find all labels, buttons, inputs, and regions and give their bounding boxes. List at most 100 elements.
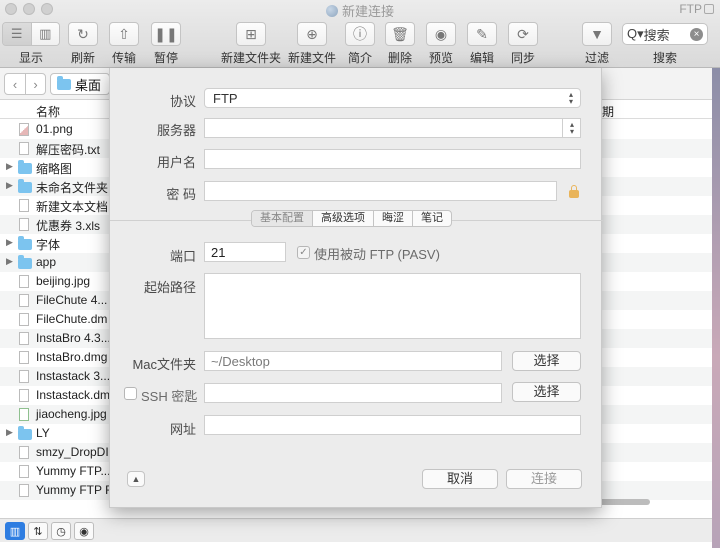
search-control: Q▾ 搜索 × 搜索 xyxy=(620,22,710,66)
port-field[interactable]: 21 xyxy=(204,242,286,262)
breadcrumb[interactable]: 桌面 xyxy=(50,73,111,95)
cancel-button[interactable]: 取消 xyxy=(422,469,498,489)
forward-chevron-icon[interactable]: › xyxy=(25,74,45,94)
disclosure-triangle-icon[interactable]: ▶ xyxy=(6,161,13,172)
edit-button[interactable]: ✎ 编辑 xyxy=(466,22,498,66)
sync-button[interactable]: ⟳ 同步 xyxy=(507,22,539,66)
updown-chevron-icon: ▴ ▾ xyxy=(569,120,574,136)
transfer-queue-icon[interactable]: ⇅ xyxy=(28,522,48,540)
image-file-icon xyxy=(19,123,29,136)
file-name: 解压密码.txt xyxy=(36,143,101,157)
disclosure-triangle-icon[interactable]: ▶ xyxy=(6,237,13,248)
password-label: 密 码 xyxy=(166,187,196,202)
new-file-icon: ⊕ xyxy=(297,22,327,46)
browser-view-icon[interactable]: ▥ xyxy=(5,522,25,540)
list-view-icon[interactable]: ☰ xyxy=(3,23,31,45)
pause-label: 暂停 xyxy=(153,51,178,65)
search-input[interactable]: Q▾ 搜索 × xyxy=(622,23,708,45)
clear-search-icon[interactable]: × xyxy=(690,27,703,41)
history-clock-icon[interactable]: ◷ xyxy=(51,522,71,540)
document-icon xyxy=(19,370,29,383)
sync-icon: ⟳ xyxy=(508,22,538,46)
navigation-buttons: ‹ › xyxy=(4,73,46,95)
file-name: FileChute.dm xyxy=(36,312,108,326)
sync-label: 同步 xyxy=(510,51,535,65)
file-name: smzy_DropDI xyxy=(36,445,109,459)
app-window: 新建连接 FTP ☰ ▥ 显示 ↻ 刷新 ⇧ 传输 ❚❚ 暂停 ⊞ 新建文件夹 ⊕… xyxy=(0,0,720,548)
upload-arrow-icon: ⇧ xyxy=(109,22,139,46)
filter-button[interactable]: ▼ 过滤 xyxy=(580,22,614,66)
tab-advanced[interactable]: 高级选项 xyxy=(312,211,373,226)
pause-button[interactable]: ❚❚ 暂停 xyxy=(150,22,182,66)
ssh-key-field[interactable] xyxy=(204,383,502,403)
file-name: 未命名文件夹 xyxy=(36,181,109,195)
folder-icon xyxy=(18,426,32,440)
back-chevron-icon[interactable]: ‹ xyxy=(5,74,25,94)
file-name: FileChute 4... xyxy=(36,293,108,307)
delete-button[interactable]: 🗑 删除 xyxy=(384,22,416,66)
disclosure-chevron-up-icon[interactable]: ▲ xyxy=(127,471,145,487)
choose-ssh-key-button[interactable]: 选择 xyxy=(512,382,581,402)
column-header-date[interactable]: 期 xyxy=(602,103,614,120)
pasv-label: 使用被动 FTP (PASV) xyxy=(314,247,440,262)
start-path-field[interactable] xyxy=(204,273,581,339)
folder-icon xyxy=(18,236,32,250)
preview-eye-icon[interactable]: ◉ xyxy=(74,522,94,540)
file-name: 优惠券 3.xls xyxy=(36,219,101,233)
username-field[interactable] xyxy=(204,149,581,169)
new-connection-sheet: 协议 FTP ▴ ▾ 服务器 ▴ ▾ 用户名 密 码 基本配置 高级选项 晦涩 笔记… xyxy=(109,68,603,508)
info-button[interactable]: ⓘ 简介 xyxy=(344,22,376,66)
tab-notes[interactable]: 笔记 xyxy=(412,211,451,226)
file-name: beijing.jpg xyxy=(36,274,91,288)
tab-basic[interactable]: 基本配置 xyxy=(252,211,312,226)
port-value: 21 xyxy=(211,245,226,260)
column-view-icon[interactable]: ▥ xyxy=(30,23,59,45)
new-folder-label: 新建文件夹 xyxy=(220,51,281,65)
pause-icon: ❚❚ xyxy=(151,22,181,46)
document-icon xyxy=(19,332,29,345)
new-file-button[interactable]: ⊕ 新建文件 xyxy=(287,22,337,66)
pasv-checkbox[interactable]: ✓ xyxy=(297,246,310,259)
preview-button[interactable]: ◉ 预览 xyxy=(425,22,457,66)
current-folder-label: 桌面 xyxy=(75,77,102,93)
password-field[interactable] xyxy=(204,181,557,201)
file-name: InstaBro.dmg xyxy=(36,350,108,364)
folder-icon xyxy=(57,75,71,90)
window-icon xyxy=(704,4,714,14)
file-name: InstaBro 4.3... xyxy=(36,331,111,345)
choose-mac-folder-button[interactable]: 选择 xyxy=(512,351,581,371)
url-field[interactable] xyxy=(204,415,581,435)
document-icon xyxy=(19,446,29,459)
protocol-value: FTP xyxy=(213,91,238,106)
mac-folder-field[interactable]: ~/Desktop xyxy=(204,351,502,371)
document-icon xyxy=(19,484,29,497)
disclosure-triangle-icon[interactable]: ▶ xyxy=(6,427,13,438)
file-name: Instastack.dm xyxy=(36,388,111,402)
view-control[interactable]: ☰ ▥ 显示 xyxy=(2,22,60,66)
start-path-label: 起始路径 xyxy=(143,280,196,295)
tab-obscure[interactable]: 晦涩 xyxy=(373,211,412,226)
server-field[interactable]: ▴ ▾ xyxy=(204,118,581,138)
column-header-name[interactable]: 名称 xyxy=(36,103,60,120)
connect-button[interactable]: 连接 xyxy=(506,469,582,489)
url-label: 网址 xyxy=(169,422,196,437)
transfer-button[interactable]: ⇧ 传输 xyxy=(108,22,140,66)
protocol-select[interactable]: FTP ▴ ▾ xyxy=(204,88,581,108)
file-name: 缩略图 xyxy=(36,162,73,176)
refresh-button[interactable]: ↻ 刷新 xyxy=(67,22,99,66)
file-name: Yummy FTP... xyxy=(36,464,111,478)
document-icon xyxy=(19,389,29,402)
toolbar: 新建连接 FTP ☰ ▥ 显示 ↻ 刷新 ⇧ 传输 ❚❚ 暂停 ⊞ 新建文件夹 ⊕… xyxy=(0,0,720,68)
document-icon xyxy=(19,294,29,307)
mac-folder-label: Mac文件夹 xyxy=(132,357,196,372)
document-icon xyxy=(19,351,29,364)
ssh-key-checkbox[interactable] xyxy=(124,387,137,400)
keychain-lock-icon[interactable] xyxy=(569,185,579,198)
ssh-key-label: SSH 密匙 xyxy=(141,389,198,404)
new-folder-button[interactable]: ⊞ 新建文件夹 xyxy=(220,22,282,66)
disclosure-triangle-icon[interactable]: ▶ xyxy=(6,256,13,267)
server-dropdown-button[interactable]: ▴ ▾ xyxy=(562,119,580,137)
file-name: Yummy FTP F xyxy=(36,483,113,497)
search-icon: Q▾ xyxy=(627,26,644,41)
disclosure-triangle-icon[interactable]: ▶ xyxy=(6,180,13,191)
